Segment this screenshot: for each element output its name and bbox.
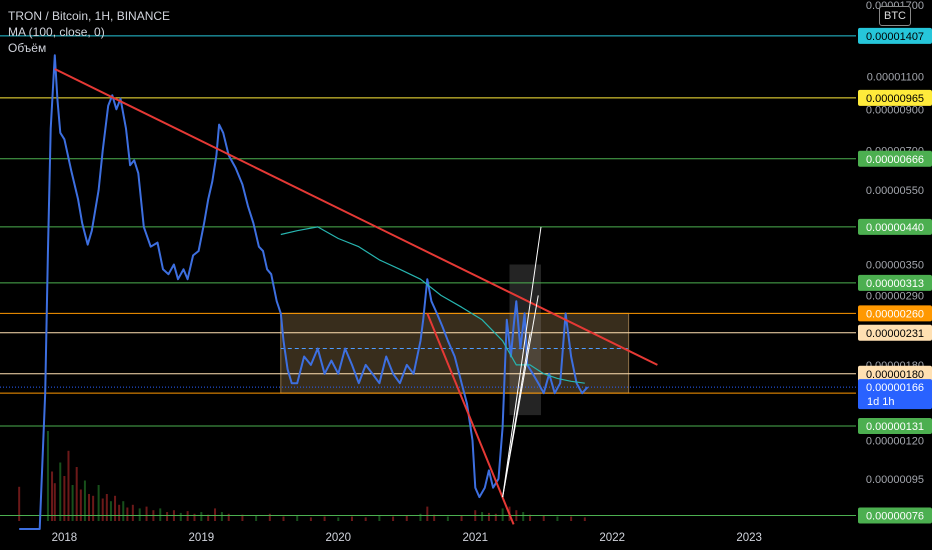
volume-bar xyxy=(126,507,129,521)
volume-bar xyxy=(122,501,125,521)
volume-bar xyxy=(487,512,490,521)
volume-bar xyxy=(145,506,148,521)
volume-bar xyxy=(296,515,299,521)
volume-bar xyxy=(63,476,66,521)
volume-bar xyxy=(166,512,169,521)
volume-bar xyxy=(494,513,497,521)
volume-bar xyxy=(200,512,203,521)
volume-bar xyxy=(392,516,395,521)
price-series xyxy=(19,54,589,530)
ma-indicator-label[interactable]: MA (100, close, 0) xyxy=(8,24,170,40)
volume-bar xyxy=(255,515,258,521)
volume-bar xyxy=(542,515,545,521)
volume-bar xyxy=(67,450,70,521)
volume-bar xyxy=(282,516,285,521)
volume-bar xyxy=(59,462,62,521)
volume-bar xyxy=(309,517,312,521)
chart-legend: TRON / Bitcoin, 1H, BINANCE MA (100, clo… xyxy=(8,8,170,56)
volume-bar xyxy=(75,467,78,521)
volume-bar xyxy=(419,513,422,521)
level-badge: 0.00000440 xyxy=(866,222,924,234)
volume-bar xyxy=(109,501,112,521)
volume-bar xyxy=(220,512,223,521)
level-badge: 0.00001407 xyxy=(866,31,924,43)
level-badge: 0.00000965 xyxy=(866,93,924,105)
level-badge: 0.00000131 xyxy=(866,421,924,433)
price-tick-label: 0.00001100 xyxy=(867,71,924,83)
currency-button[interactable]: BTC xyxy=(879,6,911,26)
volume-bar xyxy=(83,480,86,521)
price-badges: 0.00001407 0.00000965 0.00000666 0.00000440… xyxy=(858,27,932,524)
volume-bar xyxy=(131,504,134,521)
horizontal-levels xyxy=(0,35,856,517)
level-badge: 0.00000313 xyxy=(866,278,924,290)
current-price-badge: 0.00000166 xyxy=(866,382,924,394)
time-axis[interactable]: 2018 2019 2020 2021 2022 2023 xyxy=(52,532,762,544)
chart-canvas[interactable]: 0.000017000.000011000.000009000.00000700… xyxy=(0,0,932,550)
volume-bar xyxy=(193,513,196,521)
time-tick-label: 2021 xyxy=(462,532,488,544)
volume-bar xyxy=(92,495,95,521)
volume-bar xyxy=(522,512,525,521)
volume-bar xyxy=(583,517,586,521)
level-badge: 0.00000260 xyxy=(866,308,924,320)
time-tick-label: 2022 xyxy=(599,532,625,544)
volume-bar xyxy=(460,515,463,521)
volume-bar xyxy=(268,513,271,521)
volume-bar xyxy=(138,508,141,521)
time-tick-label: 2020 xyxy=(325,532,351,544)
volume-bar xyxy=(501,508,504,521)
volume-bar xyxy=(378,515,381,521)
price-axis[interactable]: 0.000017000.000011000.000009000.00000700… xyxy=(866,0,924,520)
volume-bar xyxy=(364,517,367,521)
volume-bar xyxy=(350,516,353,521)
range-box-layer xyxy=(280,264,630,416)
volume-bar xyxy=(426,506,429,521)
current-price-badge-countdown: 1d 1h xyxy=(867,396,895,408)
volume-bar xyxy=(446,516,449,521)
volume-bar xyxy=(79,489,82,521)
level-badge: 0.00000180 xyxy=(866,369,924,381)
level-badge: 0.00000231 xyxy=(866,328,924,340)
volume-bar xyxy=(101,498,104,521)
time-tick-label: 2019 xyxy=(189,532,215,544)
volume-bar xyxy=(570,516,573,521)
time-tick-label: 2023 xyxy=(736,532,762,544)
level-badge: 0.00000076 xyxy=(866,511,924,523)
volume-bar xyxy=(88,494,91,521)
price-line xyxy=(19,54,589,530)
volume-bar xyxy=(179,512,182,521)
price-tick-label: 0.00000350 xyxy=(866,260,924,272)
symbol-title[interactable]: TRON / Bitcoin, 1H, BINANCE xyxy=(8,8,170,24)
time-tick-label: 2018 xyxy=(52,532,78,544)
price-tick-label: 0.00000900 xyxy=(866,104,924,116)
volume-bar xyxy=(556,516,559,521)
volume-bar xyxy=(323,516,326,521)
price-tick-label: 0.00000550 xyxy=(866,185,924,197)
volume-bar xyxy=(159,508,162,521)
price-tick-label: 0.00000290 xyxy=(866,290,924,302)
volume-bar xyxy=(227,513,230,521)
price-tick-label: 0.00000120 xyxy=(866,435,924,447)
price-tick-label: 0.00000095 xyxy=(866,474,924,486)
volume-bar xyxy=(214,508,217,521)
level-badge: 0.00000666 xyxy=(866,154,924,166)
volume-bar xyxy=(481,512,484,521)
volume-bar xyxy=(46,431,49,521)
volume-indicator-label[interactable]: Объём xyxy=(8,40,170,56)
volume-bar xyxy=(118,504,121,521)
volume-bar xyxy=(105,494,108,521)
volume-bar xyxy=(114,495,117,521)
volume-bar xyxy=(405,515,408,521)
trend-drawings xyxy=(54,68,658,525)
volume-bar xyxy=(337,517,340,521)
volume-bar xyxy=(186,511,189,521)
volume-bar xyxy=(51,471,54,521)
